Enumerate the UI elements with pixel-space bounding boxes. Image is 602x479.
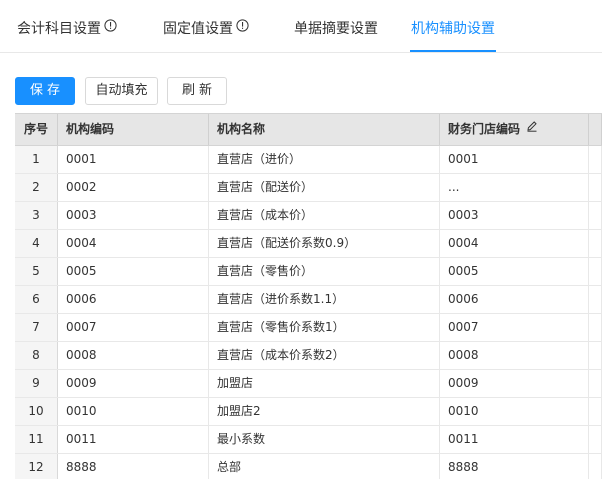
table-row[interactable]: 6 0006 直营店（进价系数1.1） 0006 [15, 286, 602, 314]
row-filler-cell [589, 230, 602, 257]
row-filler-cell [589, 258, 602, 285]
column-header-org-name[interactable]: 机构名称 [209, 114, 440, 145]
finance-store-code-cell[interactable]: 0005 [440, 258, 589, 285]
row-index-cell: 11 [15, 426, 58, 453]
row-index-cell: 9 [15, 370, 58, 397]
tab-bar: 会计科目设置 固定值设置 单据摘要设置 机构辅助设置 [0, 0, 602, 53]
refresh-button[interactable]: 刷新 [167, 77, 227, 105]
column-header-label: 财务门店编码 [448, 122, 521, 136]
org-name-cell: 直营店（配送价系数0.9） [209, 230, 440, 257]
row-filler-cell [589, 454, 602, 479]
org-code-cell: 0008 [58, 342, 209, 369]
finance-store-code-cell[interactable]: 0011 [440, 426, 589, 453]
row-filler-cell [589, 202, 602, 229]
column-header-org-code[interactable]: 机构编码 [58, 114, 209, 145]
row-index-cell: 2 [15, 174, 58, 201]
row-index-cell: 7 [15, 314, 58, 341]
finance-store-code-cell[interactable]: 0008 [440, 342, 589, 369]
row-index-cell: 12 [15, 454, 58, 479]
table-row[interactable]: 9 0009 加盟店 0009 [15, 370, 602, 398]
tab-org-auxiliary-settings[interactable]: 机构辅助设置 [411, 18, 495, 40]
org-table: 序号 机构编码 机构名称 财务门店编码 1 0001 直营店（进价） 0001 2 000… [15, 113, 602, 479]
org-name-cell: 直营店（零售价） [209, 258, 440, 285]
column-header-filler [589, 114, 602, 145]
finance-store-code-cell[interactable]: 0009 [440, 370, 589, 397]
table-header: 序号 机构编码 机构名称 财务门店编码 [15, 113, 602, 146]
row-filler-cell [589, 370, 602, 397]
row-filler-cell [589, 286, 602, 313]
autofill-button[interactable]: 自动填充 [85, 77, 158, 105]
row-filler-cell [589, 314, 602, 341]
table-row[interactable]: 8 0008 直营店（成本价系数2） 0008 [15, 342, 602, 370]
org-code-cell: 0002 [58, 174, 209, 201]
tab-fixed-value-settings[interactable]: 固定值设置 [163, 18, 249, 40]
edit-pencil-icon[interactable] [526, 113, 538, 144]
org-name-cell: 直营店（进价系数1.1） [209, 286, 440, 313]
org-code-cell: 0004 [58, 230, 209, 257]
table-row[interactable]: 10 0010 加盟店2 0010 [15, 398, 602, 426]
table-row[interactable]: 4 0004 直营店（配送价系数0.9） 0004 [15, 230, 602, 258]
org-name-cell: 直营店（进价） [209, 146, 440, 173]
column-header-index[interactable]: 序号 [15, 114, 58, 145]
finance-store-code-cell[interactable]: 0003 [440, 202, 589, 229]
tab-label: 固定值设置 [163, 21, 233, 37]
row-index-cell: 10 [15, 398, 58, 425]
row-filler-cell [589, 426, 602, 453]
row-filler-cell [589, 146, 602, 173]
org-code-cell: 8888 [58, 454, 209, 479]
finance-store-code-cell[interactable]: 0010 [440, 398, 589, 425]
table-row[interactable]: 12 8888 总部 8888 [15, 454, 602, 479]
row-index-cell: 1 [15, 146, 58, 173]
org-code-cell: 0006 [58, 286, 209, 313]
row-filler-cell [589, 398, 602, 425]
info-circle-icon [236, 17, 249, 39]
row-filler-cell [589, 342, 602, 369]
tab-document-summary-settings[interactable]: 单据摘要设置 [294, 18, 378, 40]
org-code-cell: 0010 [58, 398, 209, 425]
save-button[interactable]: 保存 [15, 77, 75, 105]
org-code-cell: 0007 [58, 314, 209, 341]
org-name-cell: 直营店（成本价系数2） [209, 342, 440, 369]
org-name-cell: 加盟店 [209, 370, 440, 397]
org-code-cell: 0009 [58, 370, 209, 397]
table-row[interactable]: 1 0001 直营店（进价） 0001 [15, 146, 602, 174]
org-name-cell: 总部 [209, 454, 440, 479]
finance-store-code-cell[interactable]: 0001 [440, 146, 589, 173]
org-code-cell: 0003 [58, 202, 209, 229]
finance-store-code-cell[interactable]: 8888 [440, 454, 589, 479]
tab-label: 单据摘要设置 [294, 21, 378, 37]
table-row[interactable]: 3 0003 直营店（成本价） 0003 [15, 202, 602, 230]
org-code-cell: 0011 [58, 426, 209, 453]
active-tab-indicator [410, 50, 496, 52]
info-circle-icon [104, 17, 117, 39]
org-name-cell: 最小系数 [209, 426, 440, 453]
row-index-cell: 5 [15, 258, 58, 285]
org-code-cell: 0001 [58, 146, 209, 173]
table-row[interactable]: 11 0011 最小系数 0011 [15, 426, 602, 454]
org-name-cell: 直营店（成本价） [209, 202, 440, 229]
table-row[interactable]: 5 0005 直营店（零售价） 0005 [15, 258, 602, 286]
finance-store-code-cell[interactable]: 0004 [440, 230, 589, 257]
row-filler-cell [589, 174, 602, 201]
org-name-cell: 直营店（零售价系数1） [209, 314, 440, 341]
finance-store-code-cell[interactable]: 0007 [440, 314, 589, 341]
tab-label: 机构辅助设置 [411, 21, 495, 37]
table-row[interactable]: 7 0007 直营店（零售价系数1） 0007 [15, 314, 602, 342]
finance-store-code-cell[interactable]: ... [440, 174, 589, 201]
table-row[interactable]: 2 0002 直营店（配送价）... [15, 174, 602, 202]
tab-account-subject-settings[interactable]: 会计科目设置 [17, 18, 117, 40]
org-name-cell: 加盟店2 [209, 398, 440, 425]
row-index-cell: 3 [15, 202, 58, 229]
row-index-cell: 8 [15, 342, 58, 369]
org-code-cell: 0005 [58, 258, 209, 285]
row-index-cell: 6 [15, 286, 58, 313]
tab-label: 会计科目设置 [17, 21, 101, 37]
finance-store-code-cell[interactable]: 0006 [440, 286, 589, 313]
row-index-cell: 4 [15, 230, 58, 257]
org-name-cell: 直营店（配送价） [209, 174, 440, 201]
column-header-finance-store-code[interactable]: 财务门店编码 [440, 114, 589, 145]
